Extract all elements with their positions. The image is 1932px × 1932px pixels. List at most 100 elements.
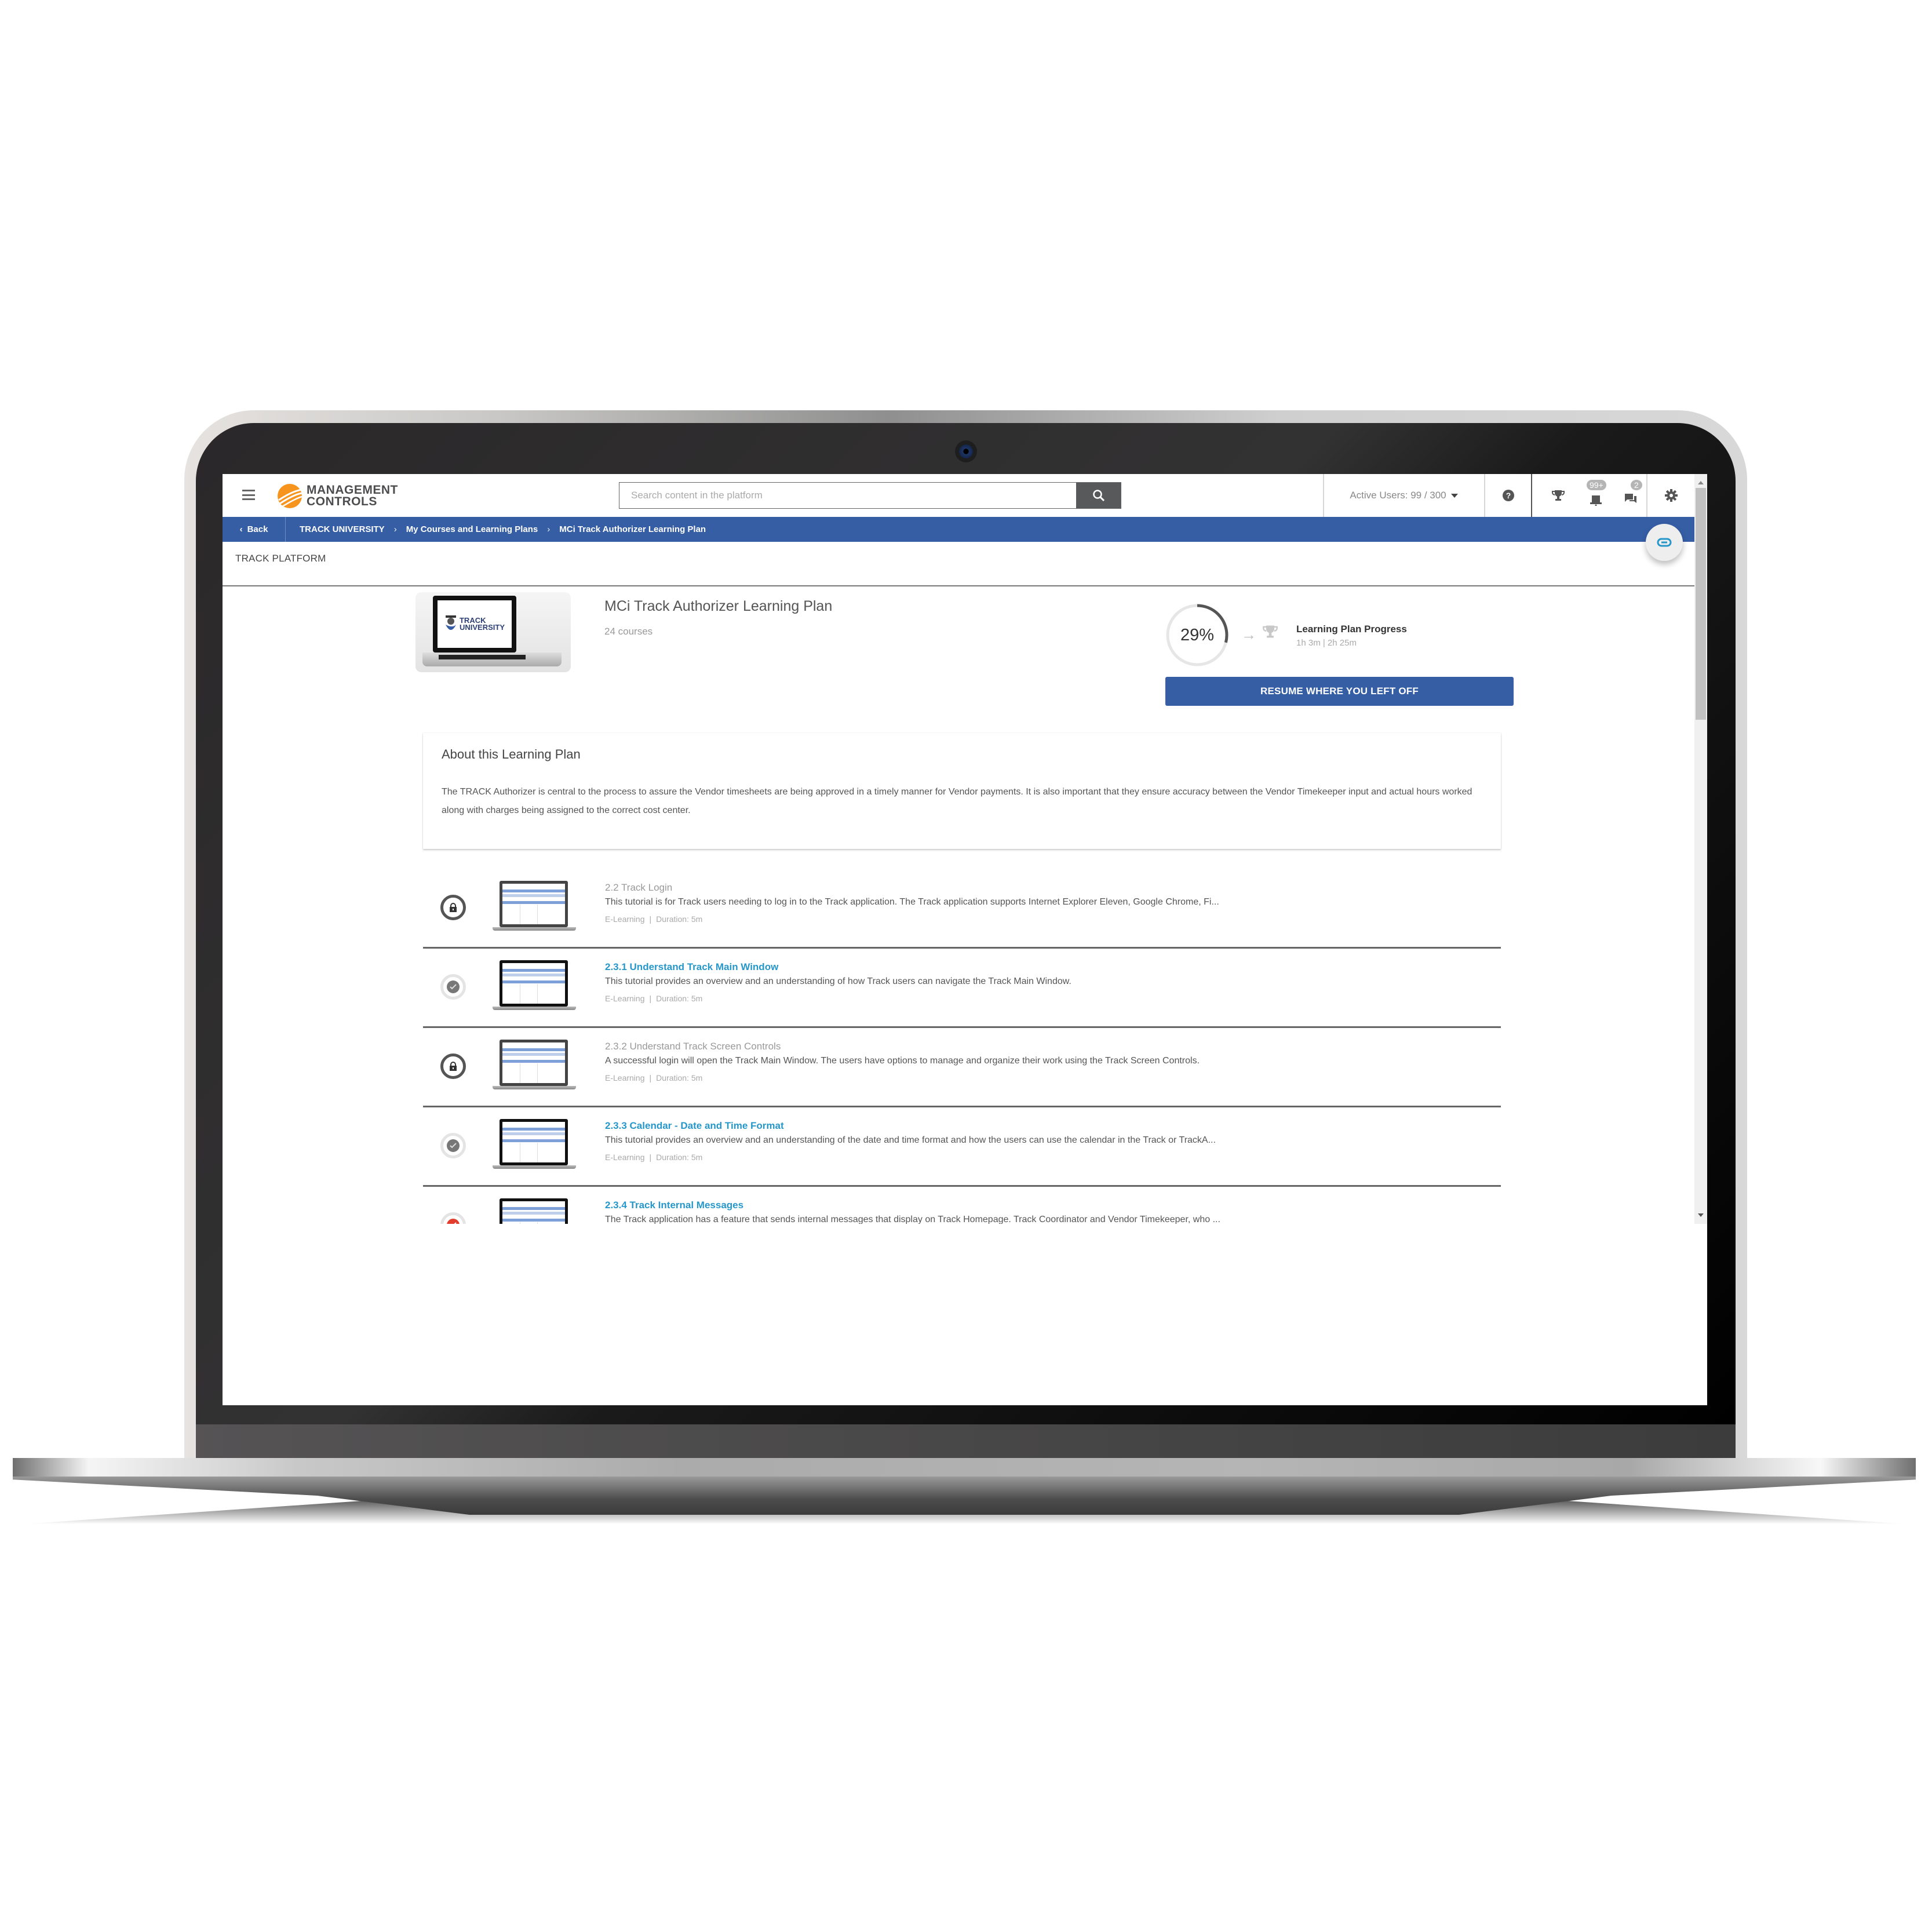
brand-logo[interactable]: MANAGEMENT CONTROLS [276,482,398,510]
course-meta: E-Learning | Duration: 5m [605,1153,703,1162]
chat-icon [1625,494,1636,503]
courses-count: 24 courses [604,626,653,637]
course-thumbnail [493,960,578,1012]
learning-plan-title: MCi Track Authorizer Learning Plan [604,598,833,614]
lock-icon [450,1062,457,1071]
course-thumbnail [493,881,578,933]
course-duration: Duration: 5m [656,914,703,924]
help-icon: ? [1502,490,1514,501]
lock-icon [450,903,457,912]
scroll-down-arrow-icon[interactable] [1698,1213,1704,1217]
divider [1531,474,1532,517]
course-title-link[interactable]: 2.3.3 Calendar - Date and Time Format [605,1120,784,1132]
course-description: A successful login will open the Track M… [605,1056,1200,1066]
course-title: 2.2 Track Login [605,882,673,893]
notifications-badge: 99+ [1587,480,1606,490]
scrollbar[interactable] [1694,474,1707,1224]
top-bar: MANAGEMENT CONTROLS Active Users: 99 / 3… [223,474,1694,517]
track-university-logo: TRACK UNIVERSITY [444,615,505,633]
share-link-button[interactable] [1646,524,1683,561]
caret-down-icon [1450,493,1458,498]
trophy-icon [1263,625,1278,638]
about-card: About this Learning Plan The TRACK Autho… [423,733,1501,849]
course-thumbnail [493,1119,578,1171]
course-description: This tutorial is for Track users needing… [605,897,1219,907]
course-duration: Duration: 5m [656,1073,703,1082]
brand-logo-mark-icon [278,484,302,508]
breadcrumb-bar: ‹ Back TRACK UNIVERSITY › My Courses and… [223,517,1694,542]
course-meta: E-Learning | Duration: 5m [605,914,703,924]
course-description: This tutorial provides an overview and a… [605,976,1071,986]
chevron-left-icon: ‹ [239,524,243,534]
course-thumbnail [493,1040,578,1092]
chevron-right-icon: › [393,524,397,534]
course-title-link[interactable]: 2.3.4 Track Internal Messages [605,1200,743,1211]
trophy-icon [1552,490,1565,501]
laptop-base [13,1458,1916,1477]
course-type: E-Learning [605,1153,645,1162]
course-list: 2.2 Track Login This tutorial is for Tra… [423,869,1501,1224]
achievements-button[interactable] [1541,474,1576,517]
progress-percent: 29% [1180,625,1215,644]
messages-button[interactable]: 2 [1613,474,1648,517]
course-meta: E-Learning | Duration: 5m [605,1073,703,1082]
learning-plan-thumbnail: TRACK UNIVERSITY [415,592,571,672]
graduate-owl-icon [445,615,456,630]
check-icon [447,1139,460,1152]
resume-button[interactable]: RESUME WHERE YOU LEFT OFF [1165,677,1514,706]
back-label: Back [247,524,268,534]
list-item[interactable]: 2.3.2 Understand Track Screen Controls A… [423,1028,1501,1107]
gear-icon [1664,489,1678,502]
active-users-dropdown[interactable]: Active Users: 99 / 300 [1324,474,1484,517]
active-users-label: Active Users: 99 / 300 [1350,490,1446,501]
course-type: E-Learning [605,914,645,924]
course-title-link[interactable]: 2.3.1 Understand Track Main Window [605,961,778,973]
list-item[interactable]: 2.3.1 Understand Track Main Window This … [423,949,1501,1028]
search-button[interactable] [1076,483,1121,508]
app-screen: MANAGEMENT CONTROLS Active Users: 99 / 3… [223,474,1707,1405]
status-completed [440,974,466,1000]
breadcrumb-item[interactable]: My Courses and Learning Plans [406,524,538,534]
camera-icon [955,440,977,462]
list-item[interactable]: 2.2 Track Login This tutorial is for Tra… [423,869,1501,949]
scrollbar-thumb[interactable] [1696,488,1706,720]
notifications-button[interactable]: 99+ [1579,474,1613,517]
breadcrumb-item-current: MCi Track Authorizer Learning Plan [559,524,706,534]
bell-icon [1590,495,1602,506]
thumbnail-screen: TRACK UNIVERSITY [433,596,516,652]
search-icon [1092,490,1104,502]
menu-icon[interactable] [242,490,255,500]
course-thumbnail [493,1198,578,1224]
course-type: E-Learning [605,994,645,1003]
check-icon [447,1219,460,1224]
status-in-progress [440,1212,466,1224]
breadcrumb-item[interactable]: TRACK UNIVERSITY [300,524,385,534]
list-item[interactable]: 2.3.3 Calendar - Date and Time Format Th… [423,1107,1501,1187]
help-button[interactable]: ? [1485,474,1531,517]
search-bar [619,482,1121,509]
chevron-right-icon: › [547,524,551,534]
course-title: 2.3.2 Understand Track Screen Controls [605,1041,781,1052]
svg-text:?: ? [1505,491,1511,500]
check-icon [447,980,460,993]
brand-name-line1: MANAGEMENT [307,483,398,497]
back-button[interactable]: ‹ Back [223,517,286,542]
brand-name-line2: CONTROLS [307,495,377,508]
laptop-chin [196,1424,1736,1458]
about-title: About this Learning Plan [442,747,581,761]
search-input[interactable] [619,483,1076,508]
progress-time: 1h 3m | 2h 25m [1296,638,1357,648]
status-completed [440,1133,466,1158]
course-duration: Duration: 5m [656,1153,703,1162]
settings-button[interactable] [1647,474,1694,517]
thumbnail-keyboard [439,655,526,659]
progress-title: Learning Plan Progress [1296,624,1407,635]
messages-badge: 2 [1631,480,1642,490]
status-locked [440,895,466,920]
thumb-logo-line2: UNIVERSITY [459,623,505,632]
scroll-up-arrow-icon[interactable] [1698,481,1704,484]
list-item[interactable]: 2.3.4 Track Internal Messages The Track … [423,1187,1501,1224]
about-description: The TRACK Authorizer is central to the p… [442,787,1472,815]
link-icon [1657,538,1672,547]
breadcrumb: TRACK UNIVERSITY › My Courses and Learni… [286,524,706,534]
